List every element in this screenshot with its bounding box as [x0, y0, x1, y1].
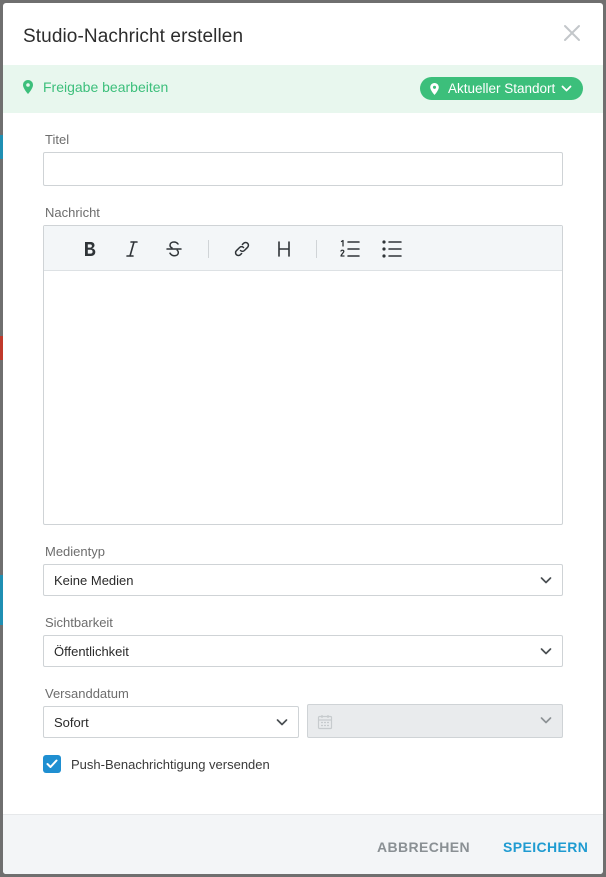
bold-icon	[85, 242, 96, 256]
chevron-down-icon	[540, 648, 552, 655]
bold-button[interactable]	[78, 237, 102, 261]
heading-button[interactable]	[272, 237, 296, 261]
create-message-dialog: Studio-Nachricht erstellen Freigabe bear…	[3, 3, 603, 874]
close-button[interactable]	[559, 20, 585, 46]
italic-button[interactable]	[120, 237, 144, 261]
chevron-down-icon	[561, 85, 572, 91]
link-button[interactable]	[230, 237, 254, 261]
bullet-list-button[interactable]	[380, 237, 404, 261]
link-icon	[234, 241, 250, 257]
strikethrough-button[interactable]	[162, 237, 186, 261]
chevron-down-icon	[540, 577, 552, 584]
message-textarea[interactable]	[44, 271, 562, 524]
calendar-icon	[317, 715, 333, 730]
edit-share-link[interactable]: Freigabe bearbeiten	[23, 79, 168, 95]
current-location-button[interactable]: Aktueller Standort	[420, 77, 583, 100]
toolbar-divider	[208, 240, 209, 258]
message-label: Nachricht	[45, 205, 100, 220]
send-date-select[interactable]: Sofort	[43, 706, 299, 738]
message-editor	[43, 225, 563, 525]
cancel-button[interactable]: ABBRECHEN	[377, 839, 470, 855]
chevron-down-icon	[540, 717, 552, 724]
dialog-header: Studio-Nachricht erstellen	[3, 3, 603, 65]
italic-icon	[126, 241, 138, 257]
send-date-label: Versanddatum	[45, 686, 129, 701]
location-pin-icon	[430, 82, 439, 95]
visibility-value: Öffentlichkeit	[54, 644, 129, 659]
media-type-value: Keine Medien	[54, 573, 134, 588]
chevron-down-icon	[276, 719, 288, 726]
editor-toolbar	[44, 226, 562, 271]
date-picker-select	[307, 704, 563, 738]
media-type-select[interactable]: Keine Medien	[43, 564, 563, 596]
toolbar-divider	[316, 240, 317, 258]
ordered-list-icon	[340, 239, 360, 257]
visibility-select[interactable]: Öffentlichkeit	[43, 635, 563, 667]
dialog-footer: ABBRECHEN SPEICHERN	[3, 814, 603, 874]
location-pin-icon	[23, 80, 33, 94]
bullet-list-icon	[382, 240, 402, 258]
close-icon	[564, 25, 580, 41]
push-notification-option: Push-Benachrichtigung versenden	[43, 755, 270, 773]
push-notification-checkbox[interactable]	[43, 755, 61, 773]
checkmark-icon	[46, 759, 58, 768]
visibility-label: Sichtbarkeit	[45, 615, 113, 630]
ordered-list-button[interactable]	[338, 237, 362, 261]
dialog-title: Studio-Nachricht erstellen	[23, 26, 244, 47]
media-type-label: Medientyp	[45, 544, 105, 559]
edit-share-label: Freigabe bearbeiten	[43, 79, 169, 95]
title-input[interactable]	[43, 152, 563, 186]
share-bar: Freigabe bearbeiten Aktueller Standort	[3, 65, 603, 113]
heading-icon	[278, 241, 290, 257]
push-notification-label: Push-Benachrichtigung versenden	[71, 756, 270, 772]
current-location-label: Aktueller Standort	[448, 81, 556, 96]
send-date-value: Sofort	[54, 715, 89, 730]
save-button[interactable]: SPEICHERN	[503, 839, 588, 855]
title-label: Titel	[45, 132, 70, 147]
strikethrough-icon	[166, 241, 182, 257]
